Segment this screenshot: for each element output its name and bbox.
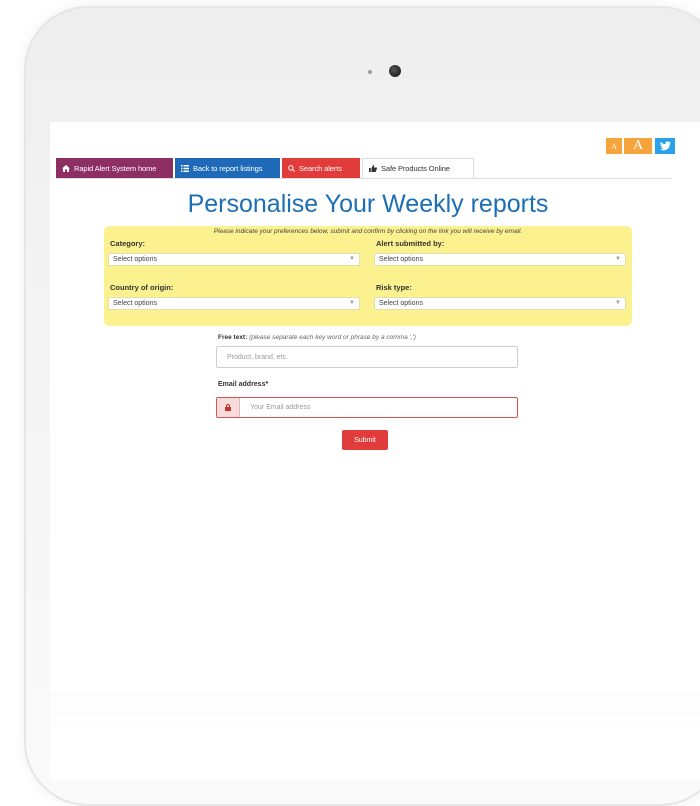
free-text-input[interactable]: Product, brand, etc. [216,346,518,368]
email-input[interactable]: Your Email address [240,398,517,417]
alert-submitted-by-value: Select options [379,256,423,263]
tab-back-to-report-listings[interactable]: Back to report listings [175,158,280,178]
risk-type-select[interactable]: Select options ▼ [374,297,626,310]
camera [389,65,401,77]
page-title: Personalise Your Weekly reports [187,190,549,218]
free-text-title: Free text: [218,334,248,341]
preferences-intro: Please indicate your preferences below, … [213,228,523,235]
tab-rapid-alert-home[interactable]: Rapid Alert System home [56,158,173,178]
country-of-origin-value: Select options [113,300,157,307]
twitter-icon [659,141,671,151]
screen-fade [50,640,700,780]
free-text-label: Free text: (please separate each key wor… [218,334,416,341]
font-decrease-button[interactable]: A [606,138,622,154]
thumbs-up-icon [369,165,377,172]
caret-down-icon: ▼ [615,300,621,306]
tablet-screen: A A Rapid Alert System home Back to repo… [50,122,700,692]
tab-label: Rapid Alert System home [74,163,157,173]
email-label: Email address* [218,381,269,388]
submit-button[interactable]: Submit [342,430,388,450]
sensor-dot [368,70,372,74]
caret-down-icon: ▼ [349,256,355,262]
tab-label: Search alerts [299,163,342,173]
alert-submitted-by-label: Alert submitted by: [376,239,445,248]
tab-search-alerts[interactable]: Search alerts [282,158,360,178]
risk-type-value: Select options [379,300,423,307]
search-icon [288,164,295,172]
risk-type-label: Risk type: [376,283,412,292]
preferences-panel: Please indicate your preferences below, … [104,226,632,326]
font-increase-button[interactable]: A [624,138,652,154]
email-placeholder: Your Email address [250,404,311,411]
free-text-hint: (please separate each key word or phrase… [249,334,416,341]
caret-down-icon: ▼ [615,256,621,262]
twitter-share-button[interactable] [655,138,675,154]
email-addon [217,398,240,417]
country-of-origin-label: Country of origin: [110,283,174,292]
list-icon [181,164,189,172]
category-label: Category: [110,239,146,248]
tab-label: Back to report listings [193,163,263,173]
email-field[interactable]: Your Email address [216,397,518,418]
category-select-value: Select options [113,256,157,263]
free-text-placeholder: Product, brand, etc. [227,353,289,361]
nav-divider [56,178,672,179]
tab-safe-products-online[interactable]: Safe Products Online [362,158,474,178]
tab-label: Safe Products Online [381,164,450,173]
category-select[interactable]: Select options ▼ [108,253,360,266]
lock-icon [225,404,231,411]
country-of-origin-select[interactable]: Select options ▼ [108,297,360,310]
alert-submitted-by-select[interactable]: Select options ▼ [374,253,626,266]
caret-down-icon: ▼ [349,300,355,306]
home-icon [62,164,70,172]
main-nav: Rapid Alert System home Back to report l… [56,158,476,178]
